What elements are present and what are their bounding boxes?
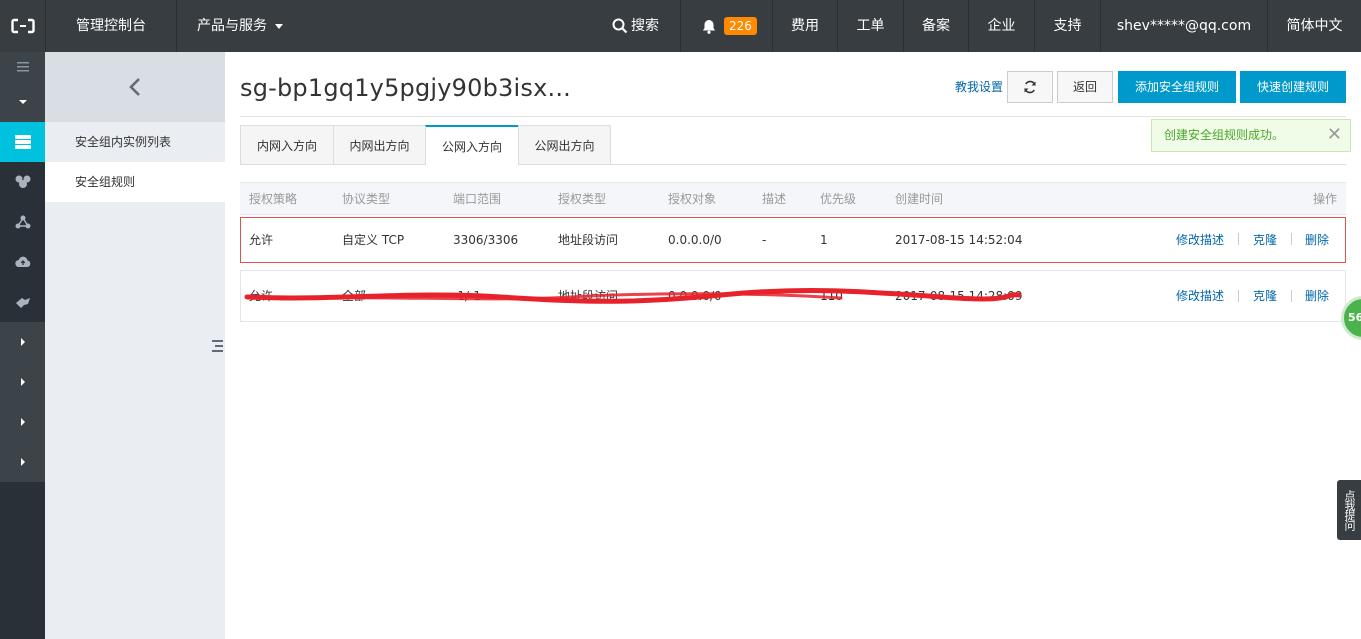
main-content: sg-bp1gq1y5pgjy90b3isx... 教我设置 返回 添加安全组规…	[225, 52, 1361, 639]
table-header: 授权策略 协议类型 端口范围 授权类型 授权对象 描述 优先级 创建时间 操作	[240, 182, 1346, 215]
support-label: 支持	[1053, 18, 1082, 34]
cell-protocol: 自定义 TCP	[342, 233, 405, 247]
table-row: 允许 自定义 TCP 3306/3306 地址段访问 0.0.0.0/0 - 1…	[240, 217, 1346, 263]
action-separator	[1291, 290, 1292, 302]
red-scribble-redaction	[244, 288, 1022, 304]
notification-button[interactable]: 226	[680, 0, 772, 52]
sidebar-item-instances[interactable]: 安全组内实例列表	[45, 122, 225, 162]
column-header: 创建时间	[895, 192, 944, 206]
cell-auth-object: 0.0.0.0/0	[668, 233, 722, 247]
bell-icon	[702, 19, 716, 34]
column-header: 授权类型	[558, 192, 607, 206]
notification-count-badge: 226	[724, 17, 757, 35]
tab-internet-out[interactable]: 公网出方向	[518, 125, 611, 165]
cell-description: -	[762, 233, 767, 247]
caret-down-icon	[275, 23, 284, 29]
toast-message: 创建安全组规则成功。	[1164, 128, 1285, 142]
sidebar-item-rules[interactable]: 安全组规则	[45, 162, 225, 202]
column-header: 授权策略	[249, 192, 298, 206]
fees-label: 费用	[791, 18, 819, 34]
console-label: 管理控制台	[76, 18, 146, 34]
expand-caret-icon[interactable]	[0, 82, 45, 122]
edit-description-link[interactable]: 修改描述	[1176, 218, 1224, 262]
back-button[interactable]	[45, 52, 225, 122]
column-header: 操作	[1312, 192, 1337, 206]
table-row: 允许 全部 -1/-1 地址段访问 0.0.0.0/0 110 2017-08-…	[240, 270, 1346, 322]
sidebar-item-label: 安全组规则	[75, 175, 136, 189]
tab-intranet-in[interactable]: 内网入方向	[240, 125, 334, 165]
collapsed-groups	[0, 322, 45, 482]
chevron-right-icon[interactable]	[0, 402, 45, 442]
tickets-label: 工单	[856, 18, 885, 34]
ecs-server-icon[interactable]	[0, 122, 45, 162]
action-separator	[1238, 290, 1239, 302]
add-rule-button[interactable]: 添加安全组规则	[1118, 71, 1236, 103]
back-link-button[interactable]: 返回	[1057, 71, 1113, 103]
fees-link[interactable]: 费用	[772, 0, 837, 52]
language-label: 简体中文	[1286, 18, 1343, 34]
refresh-button[interactable]	[1007, 71, 1053, 103]
cell-port: 3306/3306	[453, 233, 519, 247]
chevron-right-icon[interactable]	[0, 362, 45, 402]
column-header: 协议类型	[342, 192, 391, 206]
cell-priority: 1	[820, 233, 828, 247]
quick-create-button[interactable]: 快速创建规则	[1240, 71, 1346, 103]
enterprise-link[interactable]: 企业	[968, 0, 1034, 52]
delete-link[interactable]: 删除	[1305, 218, 1329, 262]
cloud-db-icon[interactable]	[0, 162, 45, 202]
column-header: 授权对象	[668, 192, 717, 206]
success-toast: 创建安全组规则成功。 ✕	[1151, 119, 1351, 152]
chevron-left-icon	[129, 77, 141, 97]
help-link[interactable]: 教我设置	[955, 78, 1003, 95]
secondary-sidebar: 安全组内实例列表 安全组规则	[45, 52, 225, 639]
column-header: 描述	[762, 192, 787, 206]
feedback-button[interactable]: 点我提问	[1337, 480, 1361, 540]
account-menu[interactable]: shev*****@qq.com	[1100, 0, 1267, 52]
delete-link[interactable]: 删除	[1305, 271, 1329, 321]
products-label: 产品与服务	[197, 18, 267, 34]
products-menu[interactable]: 产品与服务	[176, 0, 306, 52]
top-bar: 管理控制台 产品与服务 搜索 226 费用 工单 备案 企业 支持 shev**…	[0, 0, 1361, 52]
tab-intranet-out[interactable]: 内网出方向	[333, 125, 426, 165]
menu-toggle-icon[interactable]	[0, 52, 45, 82]
account-label: shev*****@qq.com	[1116, 18, 1252, 34]
close-icon[interactable]: ✕	[1327, 120, 1342, 150]
network-icon[interactable]	[0, 202, 45, 242]
tab-internet-in[interactable]: 公网入方向	[425, 125, 519, 166]
chevron-right-icon[interactable]	[0, 322, 45, 362]
tools-icon[interactable]	[0, 282, 45, 322]
chevron-right-icon[interactable]	[0, 442, 45, 482]
search-icon	[612, 18, 628, 34]
sidebar-item-label: 安全组内实例列表	[75, 135, 172, 149]
refresh-icon	[1023, 80, 1037, 94]
column-header: 端口范围	[453, 192, 502, 206]
tickets-link[interactable]: 工单	[837, 0, 903, 52]
action-separator	[1238, 233, 1239, 245]
clone-link[interactable]: 克隆	[1253, 271, 1277, 321]
icp-label: 备案	[922, 18, 950, 34]
action-separator	[1291, 233, 1292, 245]
header-divider	[240, 116, 1346, 117]
search-button[interactable]: 搜索	[598, 0, 680, 52]
console-link[interactable]: 管理控制台	[45, 0, 176, 52]
cell-created: 2017-08-15 14:52:04	[895, 233, 1023, 247]
enterprise-label: 企业	[987, 18, 1016, 34]
collapse-list-icon	[211, 340, 223, 352]
language-menu[interactable]: 简体中文	[1267, 0, 1361, 52]
edit-description-link[interactable]: 修改描述	[1176, 271, 1224, 321]
cell-auth-type: 地址段访问	[558, 233, 619, 247]
aliyun-logo-icon[interactable]	[0, 0, 45, 52]
search-label: 搜索	[631, 18, 659, 34]
cell-policy: 允许	[249, 233, 274, 247]
page-title: sg-bp1gq1y5pgjy90b3isx...	[240, 74, 571, 102]
left-icon-nav	[0, 52, 45, 639]
sidebar-collapse-handle[interactable]	[209, 322, 225, 370]
cloud-upload-icon[interactable]	[0, 242, 45, 282]
support-link[interactable]: 支持	[1034, 0, 1100, 52]
icp-link[interactable]: 备案	[903, 0, 968, 52]
column-header: 优先级	[820, 192, 857, 206]
clone-link[interactable]: 克隆	[1253, 218, 1277, 262]
